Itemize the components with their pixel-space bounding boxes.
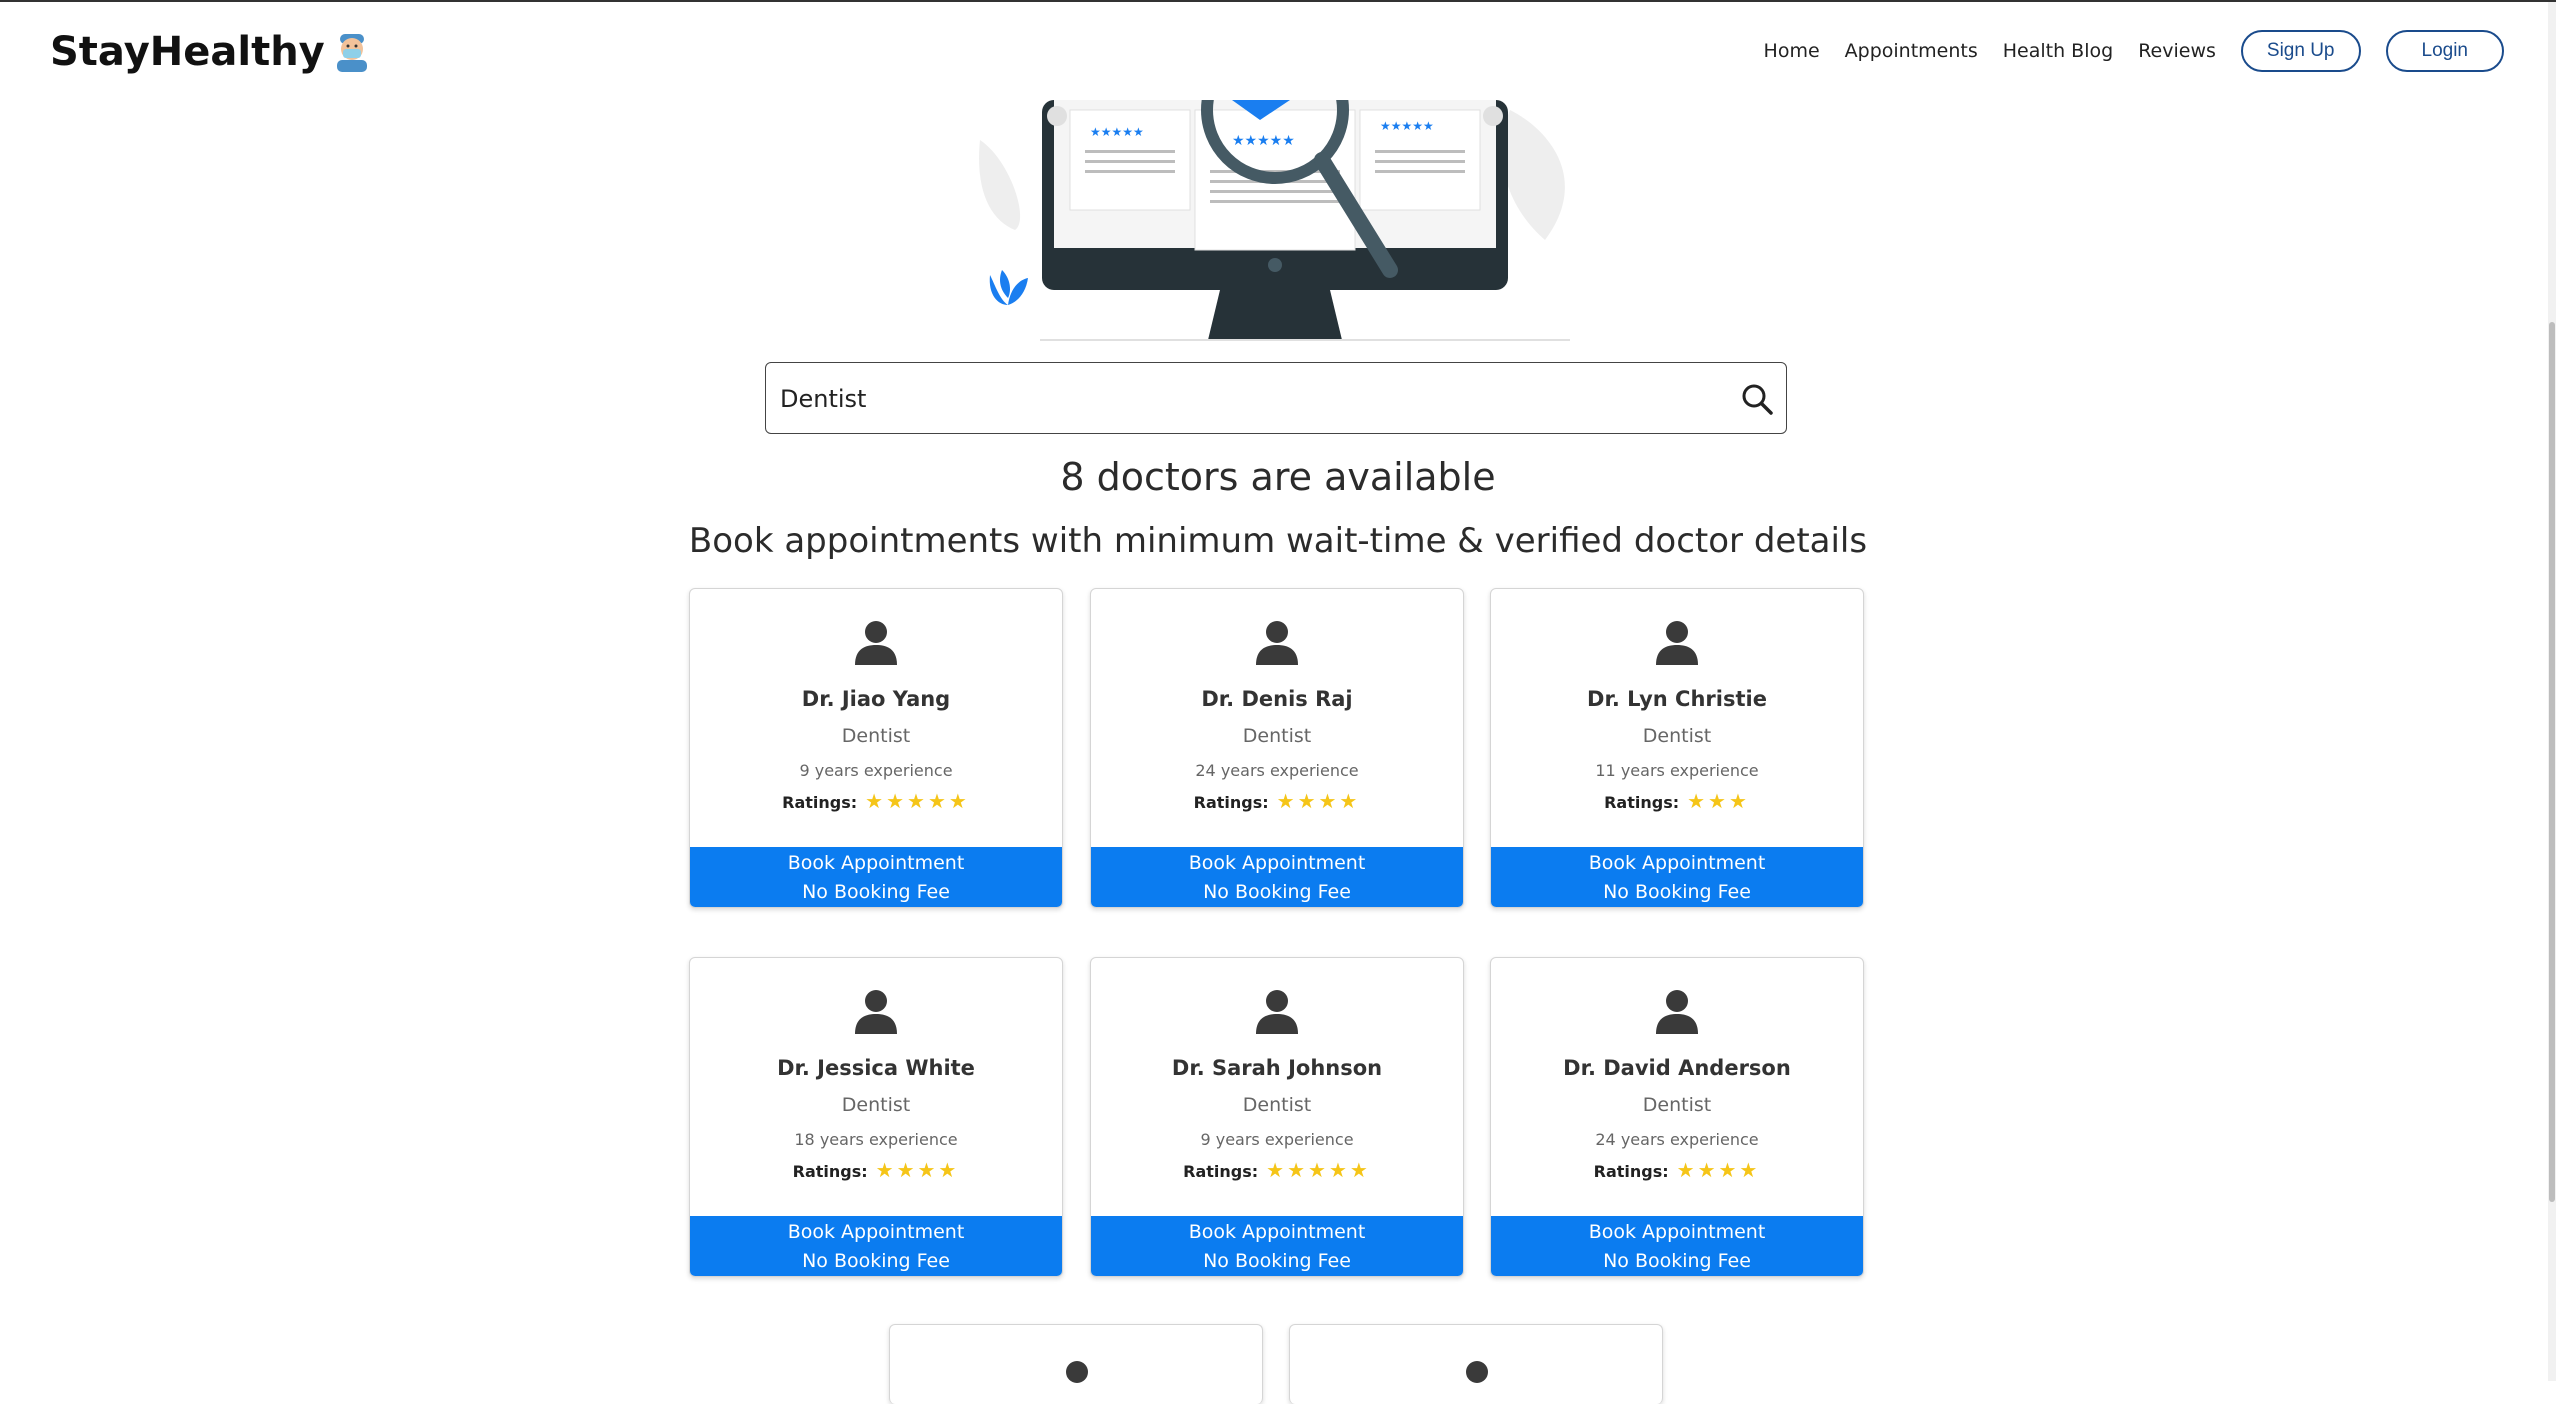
doctor-experience: 11 years experience <box>1595 761 1759 780</box>
login-button[interactable]: Login <box>2385 30 2504 72</box>
star-icons: ★★★★★ <box>1266 1158 1371 1182</box>
doctor-rating: Ratings: ★★★★ <box>690 1158 1062 1182</box>
svg-text:★★★★★: ★★★★★ <box>1090 125 1144 139</box>
header: StayHealthy Home Appointments Health Blo… <box>0 2 2556 102</box>
doctor-card: Dr. Sarah Johnson Dentist 9 years experi… <box>1090 957 1464 1277</box>
person-icon <box>853 988 899 1034</box>
main-nav: Home Appointments Health Blog Reviews Si… <box>1764 30 2504 72</box>
doctor-card-partial <box>1289 1324 1663 1404</box>
search-bar <box>765 362 1787 435</box>
doctor-rating: Ratings: ★★★★★ <box>690 789 1062 813</box>
rating-label: Ratings: <box>1193 793 1269 812</box>
logo-text: StayHealthy <box>50 29 325 75</box>
doctor-card: Dr. Jiao Yang Dentist 9 years experience… <box>689 588 1063 908</box>
no-booking-fee-label: No Booking Fee <box>802 1249 950 1272</box>
scrollbar-thumb[interactable] <box>2549 322 2555 1202</box>
book-appointment-label: Book Appointment <box>1188 1220 1366 1243</box>
rating-label: Ratings: <box>782 793 858 812</box>
doctor-rating: Ratings: ★★★★★ <box>1091 1158 1463 1182</box>
doctor-specialty: Dentist <box>1242 1094 1312 1116</box>
book-appointment-button[interactable]: Book Appointment No Booking Fee <box>1091 1216 1463 1276</box>
doctor-card: Dr. Jessica White Dentist 18 years exper… <box>689 957 1063 1277</box>
doctor-card-partial <box>889 1324 1263 1404</box>
nav-reviews-link[interactable]: Reviews <box>2138 40 2216 62</box>
person-icon <box>1466 1361 1488 1383</box>
svg-text:★★★★★: ★★★★★ <box>1232 133 1295 149</box>
rating-label: Ratings: <box>792 1162 868 1181</box>
hero-illustration: ★★★★★ ★★★★★ ★★★★★ <box>970 36 1610 345</box>
book-appointment-button[interactable]: Book Appointment No Booking Fee <box>1491 1216 1863 1276</box>
rating-label: Ratings: <box>1593 1162 1669 1181</box>
person-icon <box>1654 619 1700 665</box>
doctor-card: Dr. Denis Raj Dentist 24 years experienc… <box>1090 588 1464 908</box>
doctor-experience: 9 years experience <box>1200 1130 1354 1149</box>
nav-health-blog-link[interactable]: Health Blog <box>2003 40 2113 62</box>
book-appointment-button[interactable]: Book Appointment No Booking Fee <box>690 847 1062 907</box>
book-appointment-label: Book Appointment <box>1588 1220 1766 1243</box>
person-icon <box>1654 988 1700 1034</box>
no-booking-fee-label: No Booking Fee <box>1603 1249 1751 1272</box>
doctor-specialty: Dentist <box>1642 1094 1712 1116</box>
no-booking-fee-label: No Booking Fee <box>802 880 950 903</box>
star-icons: ★★★ <box>1687 789 1750 813</box>
no-booking-fee-label: No Booking Fee <box>1603 880 1751 903</box>
doctor-rating: Ratings: ★★★ <box>1491 789 1863 813</box>
doctor-rating: Ratings: ★★★★ <box>1091 789 1463 813</box>
book-appointment-label: Book Appointment <box>1588 851 1766 874</box>
star-icons: ★★★★ <box>1276 789 1361 813</box>
doctor-name: Dr. Sarah Johnson <box>1171 1056 1383 1080</box>
person-icon <box>853 619 899 665</box>
rating-label: Ratings: <box>1183 1162 1259 1181</box>
logo[interactable]: StayHealthy <box>50 29 369 75</box>
doctor-name: Dr. Lyn Christie <box>1587 687 1767 711</box>
book-appointment-button[interactable]: Book Appointment No Booking Fee <box>1491 847 1863 907</box>
star-icons: ★★★★ <box>1676 1158 1761 1182</box>
doctor-specialty: Dentist <box>841 725 911 747</box>
doctor-experience: 9 years experience <box>799 761 953 780</box>
book-appointment-button[interactable]: Book Appointment No Booking Fee <box>690 1216 1062 1276</box>
book-appointment-label: Book Appointment <box>1188 851 1366 874</box>
doctor-card: Dr. David Anderson Dentist 24 years expe… <box>1490 957 1864 1277</box>
doctor-specialty: Dentist <box>1642 725 1712 747</box>
doctor-specialty: Dentist <box>1242 725 1312 747</box>
person-icon <box>1254 988 1300 1034</box>
nav-appointments-link[interactable]: Appointments <box>1845 40 1978 62</box>
book-appointment-button[interactable]: Book Appointment No Booking Fee <box>1091 847 1463 907</box>
doctor-name: Dr. Jiao Yang <box>801 687 951 711</box>
book-appointment-label: Book Appointment <box>787 1220 965 1243</box>
person-icon <box>1066 1361 1088 1383</box>
sign-up-button[interactable]: Sign Up <box>2240 30 2361 72</box>
rating-label: Ratings: <box>1604 793 1680 812</box>
doctor-name: Dr. Denis Raj <box>1201 687 1353 711</box>
doctor-name: Dr. Jessica White <box>777 1056 975 1080</box>
search-input[interactable] <box>778 363 1682 435</box>
star-icons: ★★★★★ <box>865 789 970 813</box>
search-icon[interactable] <box>1740 382 1774 416</box>
svg-text:★★★★★: ★★★★★ <box>1380 119 1434 133</box>
person-icon <box>1254 619 1300 665</box>
doctor-rating: Ratings: ★★★★ <box>1491 1158 1863 1182</box>
nav-home-link[interactable]: Home <box>1764 40 1820 62</box>
star-icons: ★★★★ <box>875 1158 960 1182</box>
results-subtitle: Book appointments with minimum wait-time… <box>688 521 1868 561</box>
no-booking-fee-label: No Booking Fee <box>1203 1249 1351 1272</box>
doctor-experience: 24 years experience <box>1195 761 1359 780</box>
book-appointment-label: Book Appointment <box>787 851 965 874</box>
doctor-mask-icon <box>335 32 369 72</box>
doctor-specialty: Dentist <box>841 1094 911 1116</box>
doctor-experience: 18 years experience <box>794 1130 958 1149</box>
no-booking-fee-label: No Booking Fee <box>1203 880 1351 903</box>
doctor-name: Dr. David Anderson <box>1563 1056 1791 1080</box>
results-count: 8 doctors are available <box>1060 455 1496 499</box>
doctor-experience: 24 years experience <box>1595 1130 1759 1149</box>
page-scrollbar[interactable] <box>2548 2 2556 1381</box>
doctor-card: Dr. Lyn Christie Dentist 11 years experi… <box>1490 588 1864 908</box>
